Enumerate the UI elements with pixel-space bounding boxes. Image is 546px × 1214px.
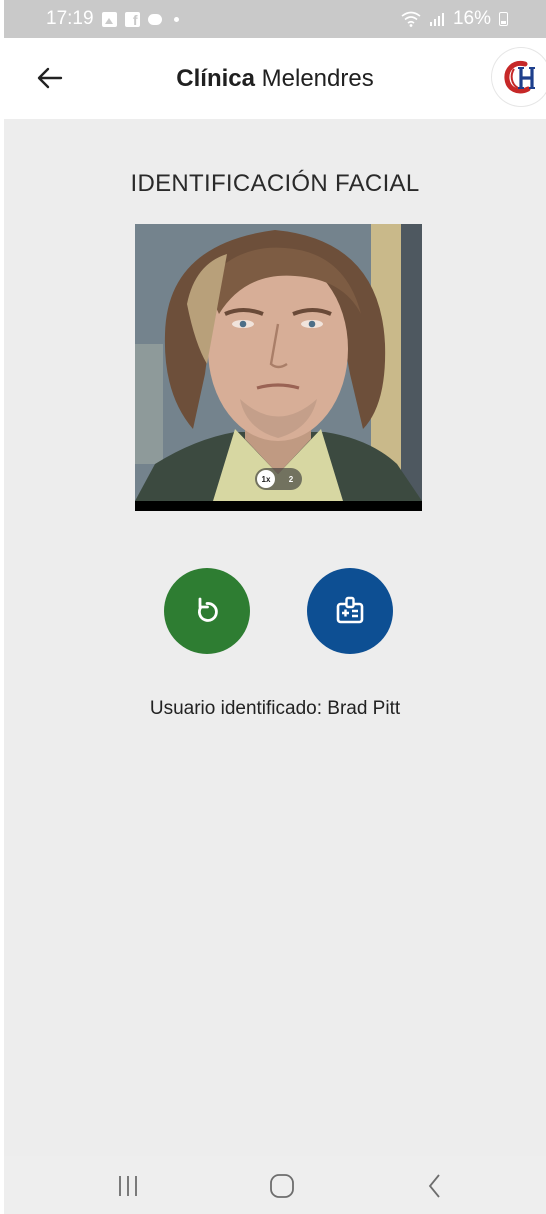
zoom-option-2x[interactable]: 2	[282, 470, 300, 488]
app-bar: Clínica Melendres	[4, 38, 546, 119]
id-badge-icon	[336, 596, 364, 624]
battery-icon	[499, 12, 508, 26]
section-title: IDENTIFICACIÓN FACIAL	[130, 170, 420, 197]
back-icon	[428, 1174, 440, 1198]
camera-preview-frame: 1x 2	[135, 224, 422, 511]
app-screen: 17:19 f 16% Clínica Melendres IDENTIFICA…	[4, 0, 546, 1214]
retry-button[interactable]	[164, 568, 250, 654]
gallery-icon	[101, 11, 117, 27]
home-icon	[270, 1174, 294, 1198]
facebook-icon: f	[124, 11, 140, 28]
refresh-icon	[198, 597, 218, 622]
app-title: Clínica Melendres	[4, 65, 546, 93]
identify-button[interactable]	[307, 568, 393, 654]
camera-preview	[135, 224, 422, 501]
dot-icon	[173, 16, 179, 22]
app-title-bold: Clínica	[176, 65, 255, 92]
status-time: 17:19	[46, 8, 94, 29]
status-bar: 17:19 f 16%	[4, 0, 546, 38]
home-button[interactable]	[258, 1166, 306, 1206]
recents-icon	[119, 1176, 137, 1196]
nav-back-button[interactable]	[411, 1166, 459, 1206]
zoom-selector[interactable]: 1x 2	[255, 468, 302, 490]
face-photo	[135, 224, 422, 501]
system-nav-bar	[4, 1156, 546, 1214]
clinic-logo	[492, 48, 546, 106]
status-right: 16%	[401, 8, 508, 30]
battery-percent: 16%	[452, 8, 491, 29]
wifi-icon	[401, 11, 421, 27]
status-left: 17:19 f	[46, 8, 179, 30]
identification-result: Usuario identificado: Brad Pitt	[149, 698, 401, 719]
signal-icon	[429, 13, 444, 26]
chat-bubble-icon	[147, 13, 162, 25]
zoom-option-1x[interactable]: 1x	[257, 470, 275, 488]
recents-button[interactable]	[104, 1166, 152, 1206]
clinic-logo-emblem	[504, 60, 535, 94]
app-title-regular: Melendres	[261, 65, 374, 92]
